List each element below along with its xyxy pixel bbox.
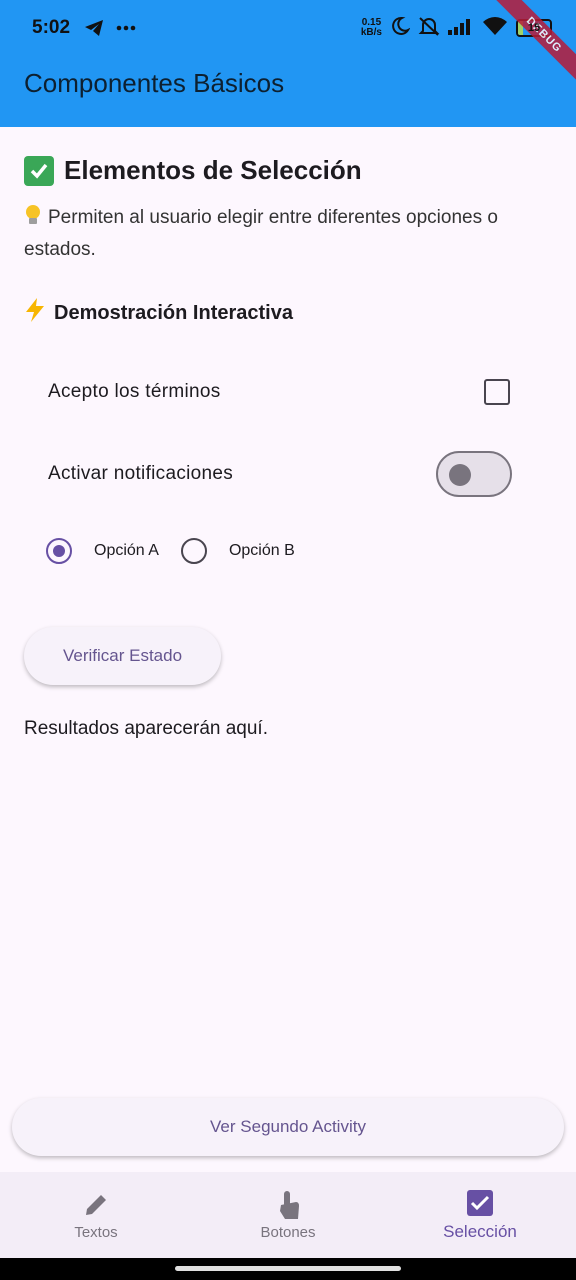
nav-label-botones: Botones bbox=[260, 1223, 316, 1241]
gesture-area bbox=[0, 1258, 576, 1280]
nav-item-textos[interactable]: Textos bbox=[0, 1172, 192, 1258]
terms-checkbox[interactable] bbox=[484, 379, 510, 405]
bottom-navigation: Textos Botones Selección bbox=[0, 1172, 576, 1258]
screen: 5:02 0.15 kB/s 15 DEBUG Componentes Bási… bbox=[0, 0, 576, 1280]
demo-heading: Demostración Interactiva bbox=[24, 297, 293, 329]
radio-group: Opción A Opción B bbox=[46, 534, 317, 568]
telegram-icon bbox=[84, 19, 104, 37]
results-text: Resultados aparecerán aquí. bbox=[24, 718, 268, 739]
notifications-switch[interactable] bbox=[436, 451, 512, 497]
nav-item-seleccion[interactable]: Selección bbox=[384, 1172, 576, 1258]
notifications-label: Activar notificaciones bbox=[48, 463, 234, 484]
lightning-icon bbox=[24, 297, 46, 329]
net-speed: 0.15 kB/s bbox=[361, 18, 382, 38]
radio-option-b[interactable] bbox=[180, 538, 207, 564]
section-description-text: Permiten al usuario elegir entre diferen… bbox=[24, 207, 498, 260]
more-dots-icon bbox=[116, 25, 136, 31]
section-title: Elementos de Selección bbox=[64, 155, 362, 185]
wifi-icon bbox=[482, 16, 508, 41]
status-time: 5:02 bbox=[32, 17, 71, 38]
app-bar: 5:02 0.15 kB/s 15 DEBUG Componentes Bási… bbox=[0, 0, 576, 127]
section-heading: Elementos de Selección bbox=[24, 155, 362, 186]
touch-icon bbox=[273, 1190, 303, 1220]
checkbox-icon bbox=[465, 1188, 495, 1218]
radio-option-b-label[interactable]: Opción B bbox=[229, 542, 295, 560]
check-mark-icon bbox=[24, 155, 54, 186]
signal-icon bbox=[448, 17, 474, 40]
pencil-icon bbox=[81, 1190, 111, 1220]
nav-label-seleccion: Selección bbox=[443, 1222, 517, 1241]
second-activity-button[interactable]: Ver Segundo Activity bbox=[12, 1098, 564, 1156]
radio-option-a-label[interactable]: Opción A bbox=[94, 542, 159, 560]
nav-item-botones[interactable]: Botones bbox=[192, 1172, 384, 1258]
lightbulb-icon bbox=[24, 204, 42, 235]
home-gesture-bar[interactable] bbox=[175, 1266, 401, 1271]
moon-icon bbox=[390, 16, 411, 41]
nav-label-textos: Textos bbox=[74, 1223, 118, 1241]
demo-title: Demostración Interactiva bbox=[54, 301, 293, 324]
switch-knob bbox=[449, 464, 471, 486]
status-bar: 5:02 0.15 kB/s 15 bbox=[0, 0, 576, 56]
net-speed-unit: kB/s bbox=[360, 27, 382, 38]
app-bar-title: Componentes Básicos bbox=[24, 68, 285, 98]
mute-icon bbox=[418, 15, 440, 42]
verify-state-button[interactable]: Verificar Estado bbox=[24, 627, 221, 685]
section-description: Permiten al usuario elegir entre diferen… bbox=[24, 203, 552, 264]
battery-level: 15 bbox=[527, 22, 541, 34]
radio-option-a[interactable] bbox=[46, 538, 72, 564]
terms-label: Acepto los términos bbox=[48, 381, 221, 402]
notifications-row[interactable]: Activar notificaciones bbox=[48, 449, 512, 499]
terms-row[interactable]: Acepto los términos bbox=[48, 367, 512, 417]
